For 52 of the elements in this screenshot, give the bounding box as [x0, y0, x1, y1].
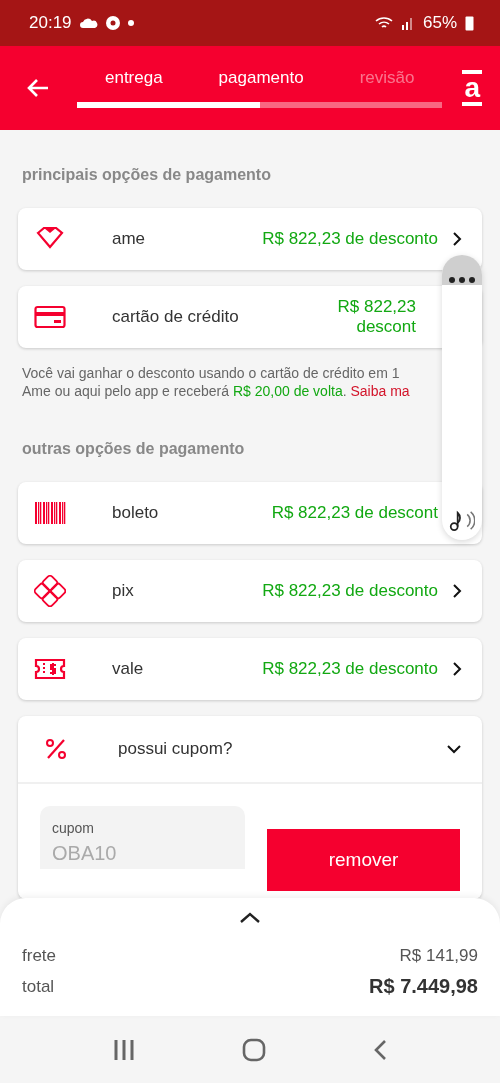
ball-icon: [105, 16, 120, 30]
payment-option[interactable]: boleto R$ 822,23 de descont: [18, 482, 482, 544]
summary-value: R$ 7.449,98: [369, 975, 478, 998]
section-title: outras opções de pagamento: [21, 439, 246, 459]
step-label: entrega: [104, 68, 163, 88]
option-label: pix: [112, 581, 135, 601]
pix-icon: [34, 575, 66, 607]
option-label: ame: [112, 229, 147, 249]
option-label: cartão de crédito: [112, 307, 240, 327]
back-arrow-icon[interactable]: [26, 78, 50, 98]
summary-label: frete: [22, 945, 57, 966]
step-label: pagamento: [218, 68, 304, 88]
payment-option[interactable]: pix R$ 822,23 de desconto: [18, 560, 482, 622]
logo: a: [462, 70, 482, 106]
chevron-right-icon: [452, 662, 462, 676]
chevron-up-icon[interactable]: [239, 912, 261, 924]
home-icon[interactable]: [242, 1037, 266, 1062]
summary-label: total: [22, 976, 55, 997]
back-icon[interactable]: [372, 1038, 387, 1061]
discount-text: R$ 822,23 descont: [336, 297, 416, 337]
signal-icon: [400, 16, 415, 30]
discount-text: R$ 822,23 de desconto: [262, 659, 438, 679]
section-title: principais opções de pagamento: [21, 165, 272, 185]
info-text: Você vai ganhar o desconto usando o cartão de crédito em 1 Ame ou aqui pelo app e receberá R$ 20,00 de volta. Saiba ma: [22, 364, 411, 400]
field-label: cupom: [52, 820, 96, 836]
recent-apps-icon[interactable]: [113, 1038, 136, 1061]
percent-icon: [44, 737, 68, 761]
summary-value: R$ 141,99: [399, 945, 478, 966]
option-label: vale: [112, 659, 145, 679]
music-sound-icon[interactable]: [449, 509, 475, 532]
coupon-title: possui cupom?: [118, 739, 234, 759]
learn-more-link[interactable]: Saiba ma: [350, 383, 410, 399]
battery-icon: [465, 15, 474, 31]
dot-icon: [127, 20, 134, 26]
barcode-icon: [34, 501, 66, 525]
option-label: boleto: [112, 503, 160, 523]
battery-percent: 65%: [422, 13, 457, 33]
ticket-icon: [34, 658, 66, 680]
payment-option[interactable]: ame R$ 822,23 de desconto: [18, 208, 482, 270]
wifi-icon: [374, 16, 393, 30]
heart-gem-icon: [34, 227, 66, 251]
cloud-icon: [79, 18, 98, 28]
credit-card-icon: [34, 305, 66, 329]
discount-text: R$ 822,23 de desconto: [262, 581, 438, 601]
payment-option[interactable]: vale R$ 822,23 de desconto: [18, 638, 482, 700]
discount-text: R$ 822,23 de descont: [271, 503, 438, 523]
more-icon[interactable]: [449, 277, 475, 283]
discount-text: R$ 822,23 de desconto: [262, 229, 438, 249]
clock-time: 20:19: [29, 13, 72, 33]
step-label: revisão: [359, 68, 415, 88]
chevron-right-icon: [452, 584, 462, 598]
chevron-right-icon: [452, 232, 462, 246]
